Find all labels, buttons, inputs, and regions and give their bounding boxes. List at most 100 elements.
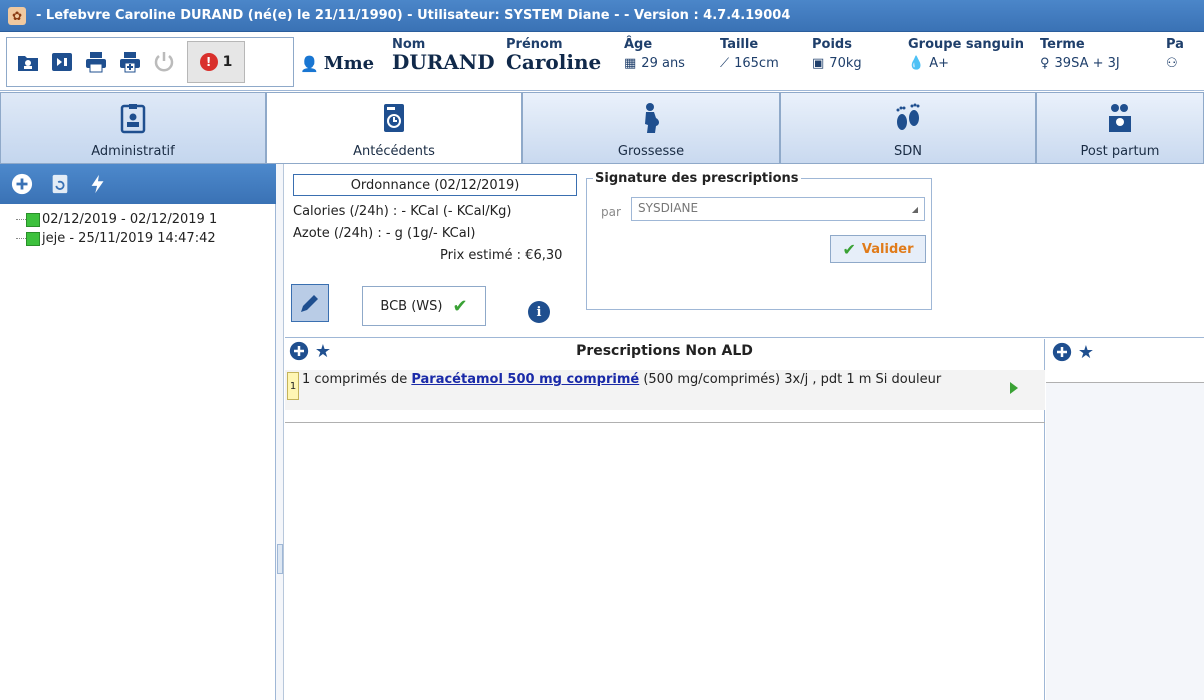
- valider-button[interactable]: ✔ Valider: [830, 235, 926, 263]
- signer-value: SYSDIANE: [638, 201, 699, 215]
- patient-nom-field: Nom DURAND: [392, 37, 495, 74]
- prescriptions-non-ald-panel: ★ Prescriptions Non ALD 1 1 comprimés de…: [285, 339, 1045, 700]
- blood-drop-icon: 💧: [908, 56, 925, 71]
- prescription-text: 1 comprimés de Paracétamol 500 mg compri…: [302, 372, 1002, 388]
- prescriptions-ald-panel: ★: [1046, 339, 1204, 700]
- patient-age-field: Âge ▦ 29 ans: [624, 37, 685, 71]
- groupe-label: Groupe sanguin: [908, 37, 1024, 52]
- extra-label: Pa: [1166, 37, 1184, 52]
- add-prescription-icon[interactable]: [289, 341, 309, 361]
- tab-antecedents[interactable]: Antécédents: [266, 92, 522, 164]
- patient-terme-field: Terme ♀ 39SA + 3J: [1040, 37, 1120, 71]
- ordonnance-details: Ordonnance (02/12/2019) Calories (/24h) …: [285, 166, 1204, 338]
- mother-baby-icon: [1102, 100, 1138, 136]
- calories-text: Calories (/24h) : - KCal (- KCal/Kg): [293, 204, 512, 219]
- tab-label: Grossesse: [617, 144, 685, 159]
- pencil-icon: [301, 295, 318, 312]
- tab-administratif[interactable]: Administratif: [0, 92, 266, 164]
- patient-groupe-field: Groupe sanguin 💧 A+: [908, 37, 1024, 71]
- tab-label: Post partum: [1080, 144, 1160, 159]
- renew-icon[interactable]: [48, 172, 72, 196]
- alert-icon: !: [199, 53, 218, 71]
- patient-poids: 70kg: [829, 56, 862, 71]
- info-icon[interactable]: i: [528, 301, 550, 323]
- patient-nom: DURAND: [392, 50, 495, 74]
- ordonnance-title: Ordonnance (02/12/2019): [293, 174, 577, 196]
- panel-splitter[interactable]: [276, 164, 284, 700]
- patient-prenom-field: Prénom Caroline: [506, 37, 601, 74]
- prescription-node-icon: [26, 231, 40, 246]
- splitter-grip[interactable]: [277, 544, 283, 574]
- taille-label: Taille: [720, 37, 759, 52]
- module-tabs: Administratif Antécédents Grossesse SDN …: [0, 92, 1204, 164]
- azote-text: Azote (/24h) : - g (1g/- KCal): [293, 226, 476, 241]
- window-titlebar: ✿ - Lefebvre Caroline DURAND (né(e) le 2…: [0, 0, 1204, 32]
- poids-label: Poids: [812, 37, 852, 52]
- alerts-button[interactable]: ! 1: [187, 41, 245, 83]
- alert-count: 1: [222, 54, 233, 70]
- tab-label: Administratif: [91, 144, 175, 159]
- patient-prenom: Caroline: [506, 50, 602, 74]
- power-icon[interactable]: [151, 49, 177, 75]
- patient-poids-field: Poids ▣ 70kg: [812, 37, 862, 71]
- favorite-star-icon[interactable]: ★: [313, 341, 333, 362]
- print-icon[interactable]: [83, 49, 109, 75]
- favorite-star-icon[interactable]: ★: [1076, 342, 1096, 363]
- ruler-icon: ⟋: [720, 56, 730, 71]
- signature-legend: Signature des prescriptions: [593, 171, 801, 186]
- tab-sdn[interactable]: SDN: [780, 92, 1036, 164]
- prescription-suffix: (500 mg/comprimés) 3x/j , pdt 1 m Si dou…: [639, 372, 942, 387]
- patient-taille-field: Taille ⟋ 165cm: [720, 37, 779, 71]
- prescriptions-title: Prescriptions Non ALD: [576, 343, 753, 359]
- history-icon: [376, 100, 412, 136]
- baby-feet-icon: [890, 100, 926, 136]
- divider: [285, 422, 1045, 423]
- family-icon: ⚇: [1166, 56, 1178, 71]
- bcb-label: BCB (WS): [380, 298, 443, 314]
- cake-icon: ▦: [624, 56, 637, 71]
- patient-age: 29 ans: [641, 56, 685, 71]
- ald-header: ★: [1046, 339, 1204, 383]
- patient-extra-field: Pa ⚇: [1166, 37, 1184, 71]
- person-icon: 👤: [300, 54, 319, 73]
- prescriptions-header: ★ Prescriptions Non ALD: [285, 339, 1044, 363]
- edit-button[interactable]: [291, 284, 329, 322]
- bcb-button[interactable]: BCB (WS) ✔: [362, 286, 486, 326]
- dropdown-arrow-icon: ◢: [911, 205, 918, 214]
- add-icon[interactable]: [10, 172, 34, 196]
- patient-header: ! 1 👤 Mme Nom DURAND Prénom Caroline Âge…: [0, 33, 1204, 91]
- patient-groupe: A+: [929, 56, 949, 71]
- pregnancy-icon: [633, 100, 669, 136]
- list-toolbar: [0, 164, 276, 204]
- print-add-icon[interactable]: [117, 49, 143, 75]
- id-card-icon: [115, 100, 151, 136]
- tree-item[interactable]: jeje - 25/11/2019 14:47:42: [16, 229, 275, 248]
- tab-post-partum[interactable]: Post partum: [1036, 92, 1204, 164]
- pregnant-icon: ♀: [1040, 56, 1050, 71]
- scale-icon: ▣: [812, 56, 825, 71]
- prescription-row[interactable]: 1 1 comprimés de Paracétamol 500 mg comp…: [285, 370, 1045, 410]
- patient-civility-field: 👤 Mme: [300, 53, 374, 74]
- tree-item[interactable]: 02/12/2019 - 02/12/2019 1: [16, 210, 275, 229]
- ordonnance-tree: 02/12/2019 - 02/12/2019 1 jeje - 25/11/2…: [0, 204, 275, 248]
- check-icon: ✔: [842, 239, 856, 259]
- transfer-icon[interactable]: [49, 49, 75, 75]
- tree-item-label: jeje - 25/11/2019 14:47:42: [42, 231, 216, 246]
- patient-folder-icon[interactable]: [15, 49, 41, 75]
- signer-select[interactable]: SYSDIANE ◢: [631, 197, 925, 221]
- prescription-number: 1: [287, 372, 299, 400]
- add-prescription-icon[interactable]: [1052, 342, 1072, 362]
- tree-item-label: 02/12/2019 - 02/12/2019 1: [42, 212, 218, 227]
- drug-link[interactable]: Paracétamol 500 mg comprimé: [411, 372, 639, 387]
- ordonnance-list-panel: 02/12/2019 - 02/12/2019 1 jeje - 25/11/2…: [0, 164, 276, 700]
- patient-terme: 39SA + 3J: [1054, 56, 1120, 71]
- lightning-icon[interactable]: [86, 172, 110, 196]
- app-icon: ✿: [8, 6, 26, 25]
- window-title: - Lefebvre Caroline DURAND (né(e) le 21/…: [36, 8, 791, 23]
- play-icon[interactable]: [1010, 382, 1018, 394]
- terme-label: Terme: [1040, 37, 1085, 52]
- tab-grossesse[interactable]: Grossesse: [522, 92, 780, 164]
- estimated-price: Prix estimé : €6,30: [440, 248, 563, 263]
- prescription-prefix: 1 comprimés de: [302, 372, 412, 387]
- valider-label: Valider: [861, 241, 914, 257]
